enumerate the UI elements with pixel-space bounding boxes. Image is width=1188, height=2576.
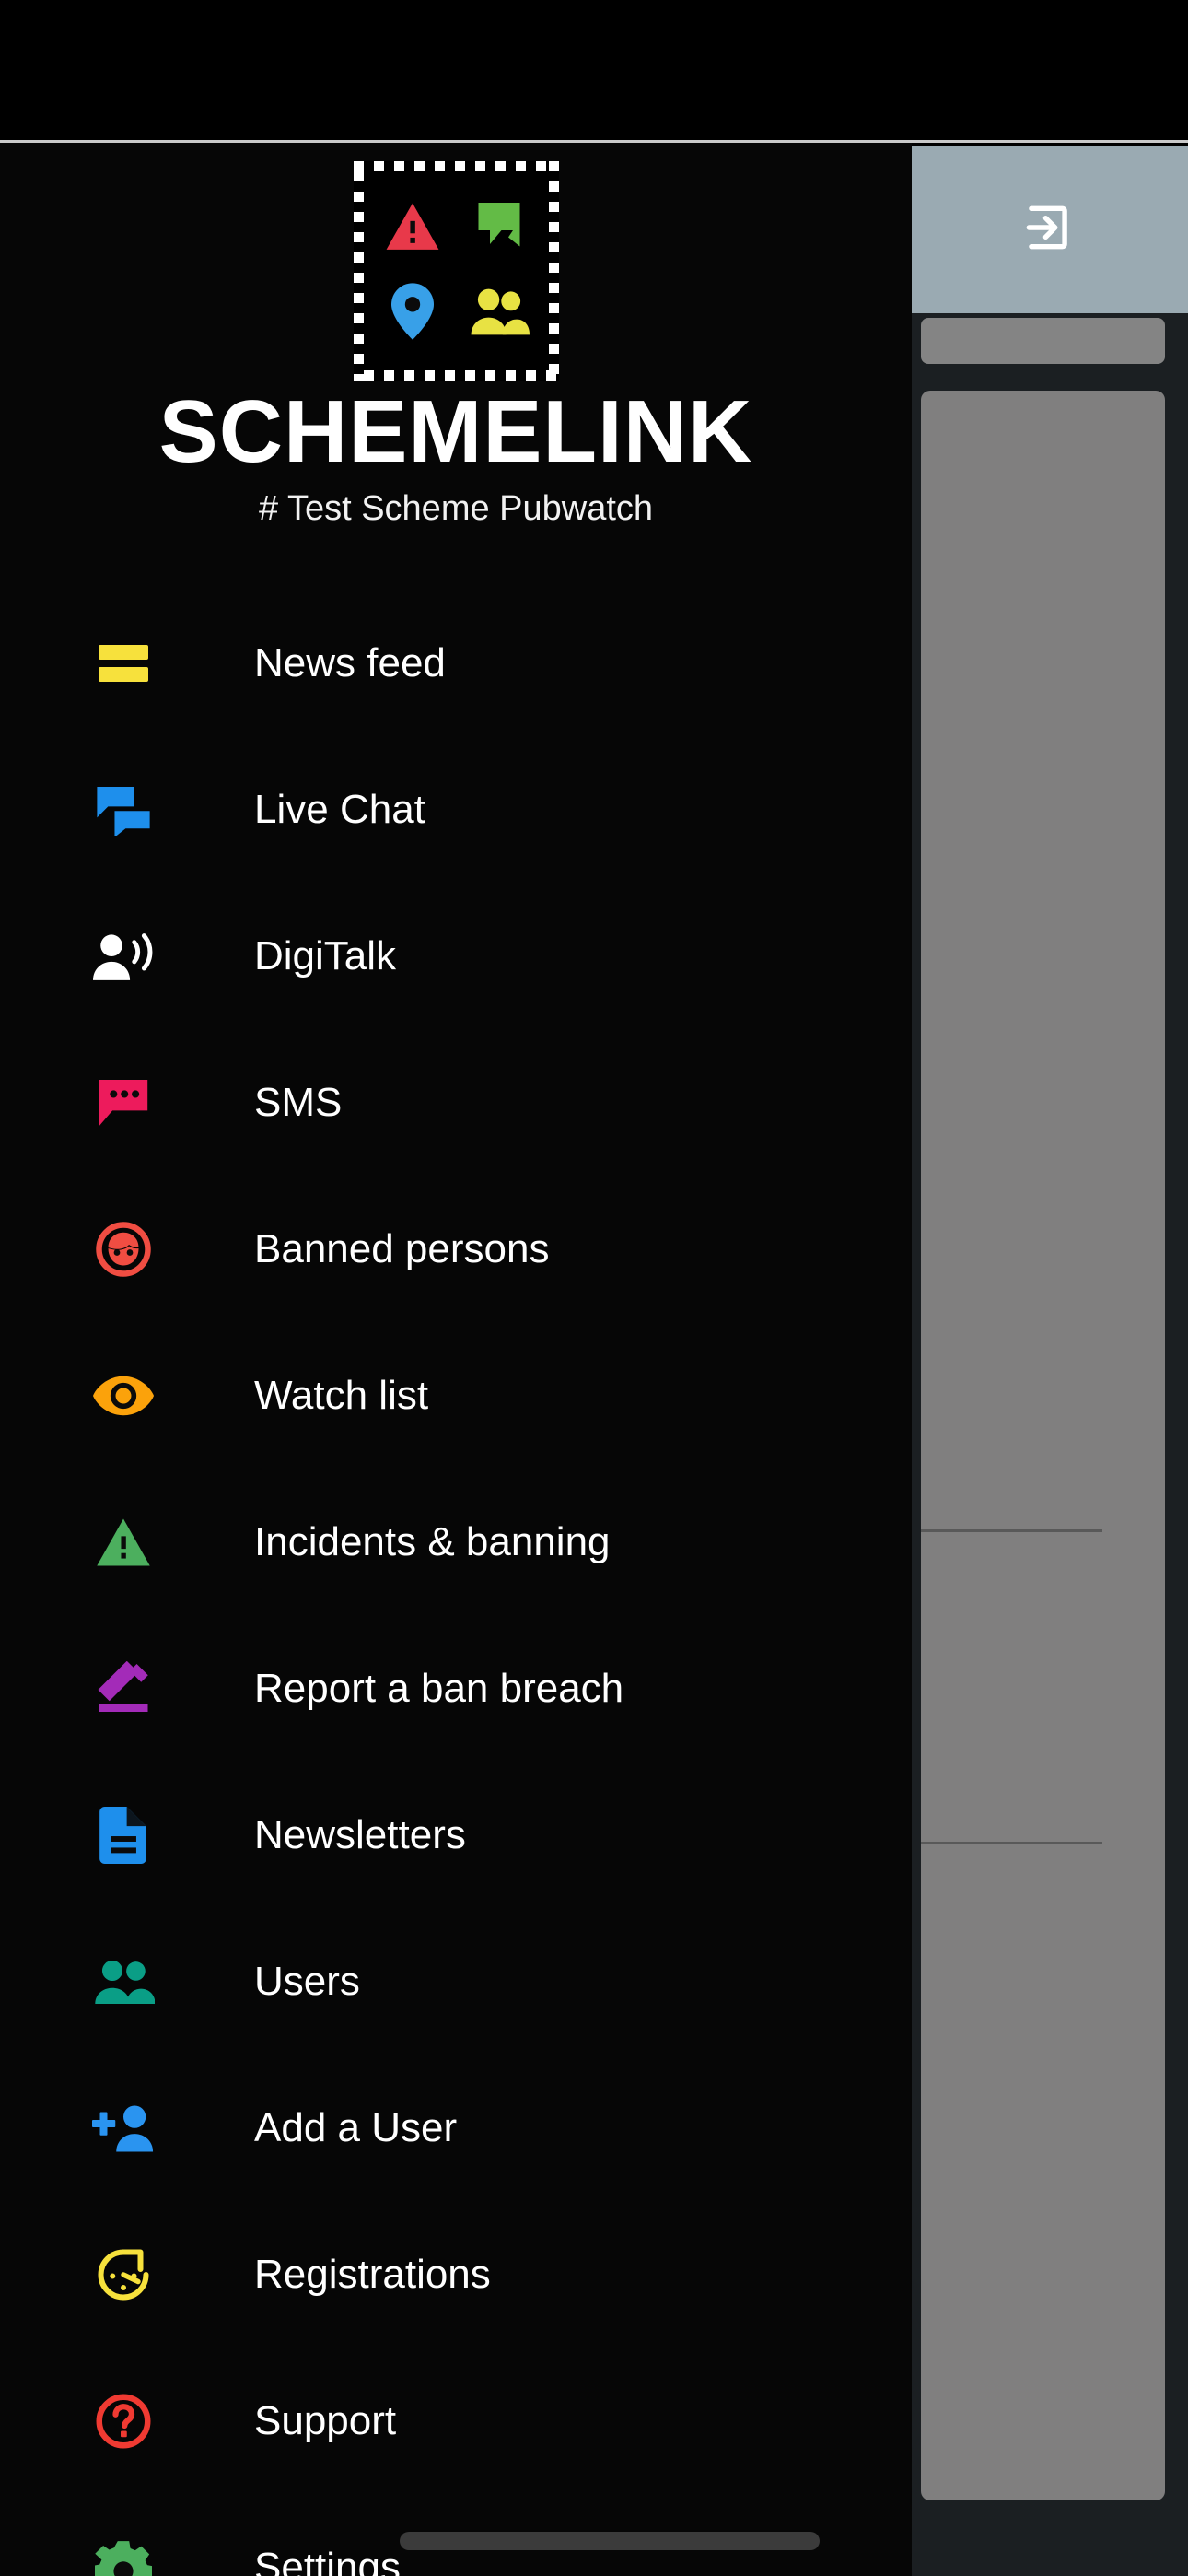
sidebar-item-users[interactable]: Users (0, 1908, 912, 2055)
drawer-menu: News feed Live Chat DigiTalk SMS Banned … (0, 590, 912, 2576)
scheme-name: # Test Scheme Pubwatch (258, 489, 654, 528)
sidebar-item-banned-persons[interactable]: Banned persons (0, 1176, 912, 1322)
status-bar (0, 0, 1188, 140)
logo-tile (465, 277, 533, 351)
app-top-bar (907, 146, 1188, 313)
people-group-icon (469, 287, 530, 340)
login-arrow-box-icon[interactable] (1019, 199, 1077, 261)
sidebar-item-label: Users (254, 1958, 360, 2004)
question-circle-icon (90, 2388, 157, 2454)
logo-tile (379, 277, 447, 351)
pencil-edit-icon (90, 1656, 157, 1722)
sidebar-item-label: Support (254, 2397, 397, 2443)
chat-bubble-icon (472, 200, 527, 256)
sidebar-item-label: News feed (254, 639, 446, 685)
sidebar-item-label: Settings (254, 2544, 401, 2576)
drawer-header: SCHEMELINK # Test Scheme Pubwatch (0, 143, 912, 529)
warning-triangle-icon (384, 199, 441, 257)
logo-tile (465, 192, 533, 265)
sidebar-item-label: Watch list (254, 1372, 429, 1418)
map-pin-icon (391, 283, 435, 345)
gear-icon (90, 2535, 157, 2576)
sidebar-item-label: DigiTalk (254, 932, 397, 978)
content-card-body (921, 391, 1165, 2500)
sidebar-item-incidents-banning[interactable]: Incidents & banning (0, 1469, 912, 1615)
eye-watch-icon (90, 1363, 157, 1429)
sidebar-item-label: Incidents & banning (254, 1518, 611, 1564)
content-divider (921, 1842, 1102, 1844)
sidebar-item-news-feed[interactable]: News feed (0, 590, 912, 736)
app-logo (353, 161, 559, 381)
content-divider (921, 1529, 1102, 1532)
people-group-icon (90, 1949, 157, 2015)
logo-tile (379, 192, 447, 265)
sidebar-item-newsletters[interactable]: Newsletters (0, 1762, 912, 1908)
sidebar-item-label: Registrations (254, 2251, 491, 2297)
sidebar-item-label: Report a ban breach (254, 1665, 624, 1711)
content-card-header (921, 318, 1165, 364)
banned-person-icon (90, 1216, 157, 1282)
sidebar-item-label: SMS (254, 1079, 343, 1125)
warning-triangle-icon (90, 1509, 157, 1575)
sidebar-item-live-chat[interactable]: Live Chat (0, 736, 912, 883)
sms-bubble-icon (90, 1070, 157, 1136)
sidebar-item-label: Add a User (254, 2104, 458, 2150)
live-chat-icon (90, 777, 157, 843)
document-icon (90, 1802, 157, 1868)
sidebar-item-digitalk[interactable]: DigiTalk (0, 883, 912, 1029)
digitalk-voice-icon (90, 923, 157, 989)
sidebar-item-support[interactable]: Support (0, 2348, 912, 2494)
home-indicator (400, 2532, 820, 2550)
sidebar-item-registrations[interactable]: Registrations (0, 2201, 912, 2348)
sidebar-item-label: Live Chat (254, 786, 425, 832)
page-title: SCHEMELINK (158, 382, 753, 481)
navigation-drawer[interactable]: SCHEMELINK # Test Scheme Pubwatch News f… (0, 143, 912, 2576)
sidebar-item-watch-list[interactable]: Watch list (0, 1322, 912, 1469)
news-feed-icon (90, 630, 157, 697)
sidebar-item-label: Banned persons (254, 1225, 550, 1271)
clock-timer-icon (90, 2242, 157, 2308)
sidebar-item-label: Newsletters (254, 1811, 466, 1857)
sidebar-item-add-user[interactable]: Add a User (0, 2055, 912, 2201)
sidebar-item-report-ban-breach[interactable]: Report a ban breach (0, 1615, 912, 1762)
add-person-icon (90, 2095, 157, 2161)
sidebar-item-sms[interactable]: SMS (0, 1029, 912, 1176)
